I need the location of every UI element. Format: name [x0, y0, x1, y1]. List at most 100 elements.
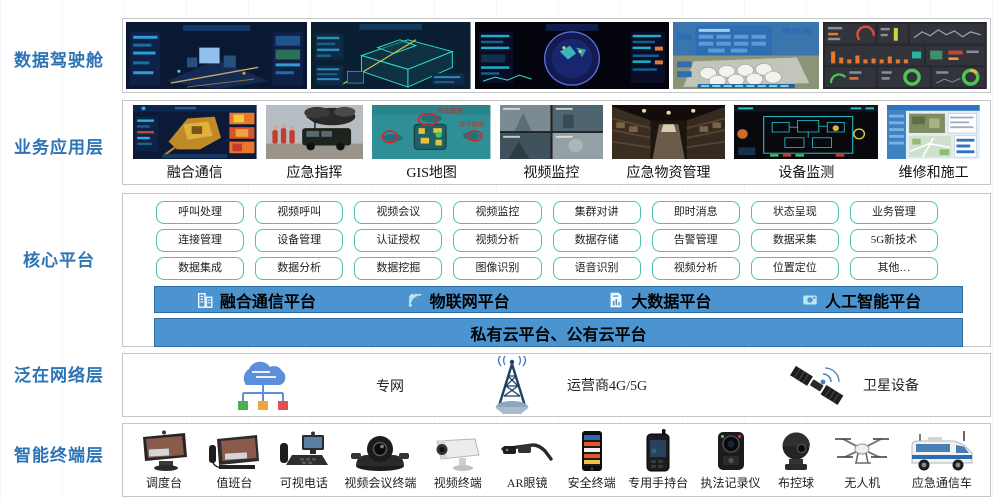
capability-box: 数据分析: [255, 257, 343, 280]
city-dashboard-image: [126, 22, 307, 89]
emergency-vehicle-icon: [906, 429, 978, 473]
capability-box: 连接管理: [156, 229, 244, 252]
video-surveillance-thumbnail: [500, 105, 603, 159]
ptz-ball-camera-icon: [773, 429, 819, 473]
terminal-vc-terminal: 视频会议终端: [344, 429, 416, 491]
app-label: GIS地图: [372, 162, 490, 182]
platform-label: 物联网平台: [430, 288, 510, 312]
dispatch-console-icon: [135, 429, 193, 473]
app-label: 应急物资管理: [612, 162, 725, 182]
satellite-icon: [785, 360, 849, 410]
capability-box: 视频会议: [354, 201, 442, 224]
layer-label-data-cockpit: 数据驾驶舱: [0, 46, 118, 71]
document-chart-icon: [607, 291, 625, 309]
terminal-secure-terminal: 安全终端: [568, 429, 616, 491]
capability-box: 位置定位: [751, 257, 839, 280]
wireframe-dashboard-image: [311, 22, 471, 89]
capability-box: 业务管理: [850, 201, 938, 224]
app-item-supplies-management: 应急物资管理: [612, 105, 725, 182]
dashboard-globe-thumbnail: [475, 22, 669, 89]
platform-item-converged-comm: 融合通信平台: [155, 288, 357, 312]
terminal-label: 安全终端: [568, 474, 616, 491]
app-item-converged-comm: 融合通信: [133, 105, 257, 182]
dashboard-city-thumbnail: [126, 22, 307, 89]
converged-comm-image: [133, 105, 257, 159]
building-icon: [196, 291, 214, 309]
terminal-comm-vehicle: 应急通信车: [906, 429, 978, 491]
terminal-label: 调度台: [146, 474, 182, 491]
tank-farm-dashboard-image: [673, 22, 820, 89]
platform-bar: 融合通信平台 物联网平台 大数据平台: [154, 286, 963, 313]
capability-box: 5G新技术: [850, 229, 938, 252]
capability-box: 数据采集: [751, 229, 839, 252]
dashboard-metrics-thumbnail: [823, 22, 987, 89]
converged-comm-thumbnail: [133, 105, 257, 159]
capability-box: 呼叫处理: [156, 201, 244, 224]
terminal-label: 视频终端: [434, 474, 482, 491]
app-label: 设备监测: [734, 162, 878, 182]
terminal-label: AR眼镜: [507, 474, 548, 491]
terminal-handheld: 专用手持台: [628, 429, 688, 491]
platform-label: 大数据平台: [631, 288, 711, 312]
terminal-video-phone: 可视电话: [276, 429, 332, 491]
capability-box: 视频监控: [453, 201, 541, 224]
capability-box: 视频呼叫: [255, 201, 343, 224]
gis-map-image: 作业船舶 值守船舶: [372, 105, 490, 159]
network-item-private: 专网: [226, 359, 404, 413]
dashboard-tankfarm-thumbnail: [673, 22, 820, 89]
network-label: 卫星设备: [863, 375, 919, 395]
capability-box: 认证授权: [354, 229, 442, 252]
cloud-network-icon: [226, 359, 300, 413]
duty-console-icon: [205, 429, 263, 473]
capability-box: 数据挖掘: [354, 257, 442, 280]
globe-dashboard-image: [475, 22, 669, 89]
body-camera-icon: [709, 429, 753, 473]
emergency-command-thumbnail: [266, 105, 364, 159]
capability-box: 图像识别: [453, 257, 541, 280]
supplies-warehouse-thumbnail: [612, 105, 725, 159]
terminal-drone: 无人机: [831, 429, 893, 491]
layer-label-core-platform: 核心平台: [0, 246, 118, 271]
gis-map-thumbnail: 作业船舶 值守船舶: [372, 105, 490, 159]
architecture-diagram: 数据驾驶舱 业务应用层 核心平台 泛在网络层 智能终端层: [0, 0, 1000, 500]
network-label: 专网: [376, 376, 404, 396]
core-platform-row: 呼叫处理 视频呼叫 视频会议 视频监控 集群对讲 即时消息 状态呈现 业务管理 …: [122, 193, 991, 347]
terminal-label: 应急通信车: [912, 474, 972, 491]
app-item-maintenance: 维修和施工: [887, 105, 980, 182]
drone-icon: [831, 429, 893, 473]
terminal-duty-console: 值班台: [205, 429, 263, 491]
app-item-gis-map: 作业船舶 值守船舶 GIS地图: [372, 105, 490, 182]
network-item-carrier: 运营商4G/5G: [481, 356, 647, 414]
equipment-monitoring-image: [734, 105, 878, 159]
layer-label-network: 泛在网络层: [0, 361, 118, 386]
terminal-body-camera: 执法记录仪: [701, 429, 761, 491]
terminal-label: 视频会议终端: [344, 474, 416, 491]
video-conference-camera-icon: [349, 429, 411, 473]
terminal-label: 值班台: [216, 474, 252, 491]
platform-item-bigdata: 大数据平台: [559, 288, 761, 312]
emergency-command-image: [266, 105, 364, 159]
capability-box: 集群对讲: [553, 201, 641, 224]
terminal-label: 专用手持台: [628, 474, 688, 491]
network-label: 运营商4G/5G: [567, 375, 647, 395]
capability-box: 即时消息: [652, 201, 740, 224]
ar-glasses-icon: [499, 429, 555, 473]
app-label: 维修和施工: [887, 162, 980, 182]
platform-label: 人工智能平台: [825, 288, 921, 312]
capability-box: 数据存储: [553, 229, 641, 252]
terminal-label: 布控球: [778, 474, 814, 491]
gis-annotation-standby-ships: 值守船舶: [459, 120, 484, 128]
layer-label-terminal: 智能终端层: [0, 441, 118, 466]
platform-item-iot: 物联网平台: [357, 288, 559, 312]
app-item-equipment-monitoring: 设备监测: [734, 105, 878, 182]
terminal-label: 可视电话: [280, 474, 328, 491]
capability-box: 设备管理: [255, 229, 343, 252]
app-label: 视频监控: [500, 162, 603, 182]
terminal-label: 执法记录仪: [701, 474, 761, 491]
capability-box: 其他…: [850, 257, 938, 280]
app-item-video-surveillance: 视频监控: [500, 105, 603, 182]
terminal-label: 无人机: [844, 474, 880, 491]
dashboard-wireframe-thumbnail: [311, 22, 471, 89]
terminal-dispatch-console: 调度台: [135, 429, 193, 491]
capability-box: 告警管理: [652, 229, 740, 252]
